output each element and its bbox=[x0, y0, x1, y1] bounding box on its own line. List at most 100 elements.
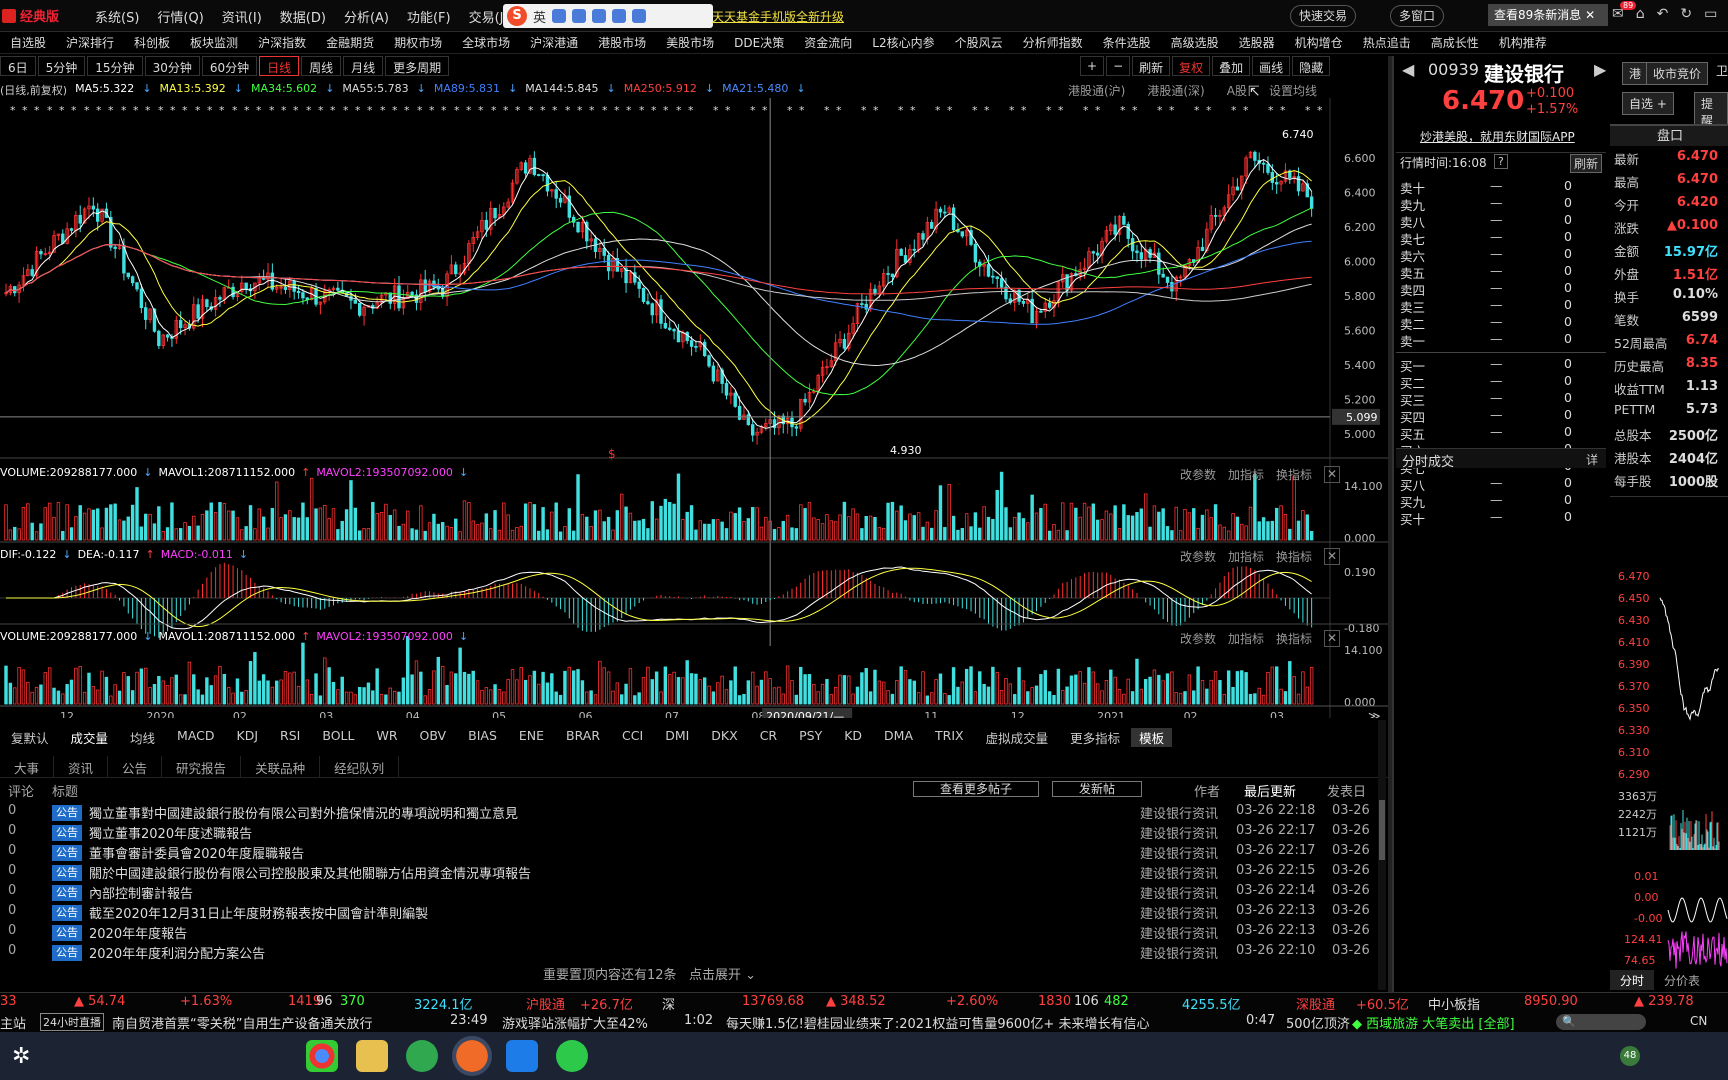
candle-body[interactable] bbox=[336, 287, 340, 291]
candle-body[interactable] bbox=[537, 174, 541, 176]
wechat-icon[interactable] bbox=[556, 1040, 588, 1072]
tray-badge[interactable]: 48 bbox=[1620, 1046, 1640, 1066]
candle-body[interactable] bbox=[1200, 246, 1205, 252]
minimize-icon[interactable]: ▭ bbox=[1704, 6, 1717, 22]
intraday-mini-chart[interactable]: 6.470 6.450 6.430 6.410 6.390 6.370 6.350 6.330… bbox=[1610, 500, 1728, 970]
news-tab[interactable]: 资讯 bbox=[54, 756, 109, 777]
candle-body[interactable] bbox=[746, 414, 751, 426]
candle-body[interactable] bbox=[986, 264, 991, 277]
candle-body[interactable] bbox=[454, 264, 458, 275]
event-marker[interactable]: * bbox=[367, 104, 373, 117]
event-marker[interactable]: * bbox=[947, 104, 953, 117]
candle-body[interactable] bbox=[803, 398, 807, 403]
event-marker[interactable]: * bbox=[207, 104, 213, 117]
ad-link[interactable]: 炒港美股，就用东财国际APP bbox=[1420, 128, 1575, 145]
panel-link[interactable]: 换指标 bbox=[1276, 630, 1312, 647]
event-marker[interactable]: * bbox=[121, 104, 127, 117]
nav-item[interactable]: 机构增仓 bbox=[1285, 34, 1353, 53]
candle-body[interactable] bbox=[296, 290, 301, 294]
event-marker[interactable]: * bbox=[343, 104, 349, 117]
back-icon[interactable]: ↶ bbox=[1657, 6, 1669, 22]
help-icon[interactable]: ? bbox=[1494, 154, 1508, 169]
panel-link[interactable]: 加指标 bbox=[1228, 630, 1264, 647]
event-marker[interactable]: * bbox=[145, 104, 151, 117]
event-marker[interactable]: * bbox=[1243, 104, 1249, 117]
event-marker[interactable]: * bbox=[454, 104, 460, 117]
event-marker[interactable]: * bbox=[1280, 104, 1286, 117]
event-marker[interactable]: * bbox=[1268, 104, 1274, 117]
candle-body[interactable] bbox=[39, 251, 43, 255]
mail-icon[interactable]: ✉ bbox=[1612, 6, 1624, 22]
event-marker[interactable]: * bbox=[540, 104, 546, 117]
candle-body[interactable] bbox=[1253, 151, 1257, 161]
timeframe-tab[interactable]: 60分钟 bbox=[201, 56, 258, 76]
candle-body[interactable] bbox=[860, 303, 864, 305]
candle-body[interactable] bbox=[873, 288, 877, 295]
indicator-tab[interactable]: OBV bbox=[409, 728, 458, 747]
panel-link[interactable]: 改参数 bbox=[1180, 630, 1216, 647]
nav-item[interactable]: 条件选股 bbox=[1093, 34, 1161, 53]
news-tab[interactable]: 大事 bbox=[0, 756, 55, 777]
candle-body[interactable] bbox=[1157, 252, 1161, 275]
event-marker[interactable]: * bbox=[910, 104, 916, 117]
candle-body[interactable] bbox=[606, 255, 611, 272]
news-title[interactable]: 關於中國建設銀行股份有限公司控股股東及其他關聯方佔用資金情況專項報告 bbox=[89, 863, 531, 882]
candle-body[interactable] bbox=[1309, 196, 1314, 209]
scroll-right-icon[interactable]: ≫ bbox=[1368, 709, 1381, 718]
zoom-in-button[interactable]: + bbox=[1080, 56, 1105, 76]
event-marker[interactable]: * bbox=[935, 104, 941, 117]
event-marker[interactable]: * bbox=[34, 104, 40, 117]
timeframe-tab[interactable]: 周线 bbox=[301, 56, 342, 76]
candle-body[interactable] bbox=[912, 248, 916, 251]
indicator-tab[interactable]: 虚拟成交量 bbox=[975, 728, 1060, 747]
indicator-tab[interactable]: WR bbox=[365, 728, 408, 747]
chart-link[interactable]: 港股通(深) bbox=[1147, 82, 1204, 99]
event-marker[interactable]: * bbox=[1206, 104, 1212, 117]
chart-tool[interactable]: 刷新 bbox=[1132, 56, 1171, 76]
panel-link[interactable]: 改参数 bbox=[1180, 466, 1216, 483]
event-marker[interactable]: * bbox=[1120, 104, 1126, 117]
book-row[interactable]: 买三 — 0 bbox=[1400, 390, 1600, 408]
event-marker[interactable]: * bbox=[1095, 104, 1101, 117]
news-ticker-item[interactable]: 每天赚1.5亿!碧桂园业绩来了:2021权益可售量9600亿+ 未来增长有信心 bbox=[726, 1013, 1149, 1032]
nav-item[interactable]: 沪深指数 bbox=[248, 34, 316, 53]
candle-body[interactable] bbox=[484, 219, 489, 230]
nav-item[interactable]: 港股市场 bbox=[588, 34, 656, 53]
news-row[interactable]: 0 公告 內部控制審計報告 建设银行资讯 03-26 22:14 03-26 bbox=[0, 883, 1388, 903]
next-stock-icon[interactable]: ▶ bbox=[1594, 60, 1606, 79]
event-marker[interactable]: * bbox=[256, 104, 262, 117]
candle-body[interactable] bbox=[641, 287, 646, 303]
candle-body[interactable] bbox=[1122, 215, 1126, 225]
candle-body[interactable] bbox=[951, 207, 956, 231]
event-marker[interactable]: * bbox=[441, 104, 447, 117]
menu-item[interactable]: 资讯(I) bbox=[222, 7, 262, 26]
indicator-tab[interactable]: TRIX bbox=[924, 728, 975, 747]
candle-body[interactable] bbox=[244, 282, 248, 290]
event-marker[interactable]: * bbox=[1194, 104, 1200, 117]
news-row[interactable]: 0 公告 2020年年度利润分配方案公告 建设银行资讯 03-26 22:10 03-26 bbox=[0, 943, 1388, 963]
panel-link[interactable]: 加指标 bbox=[1228, 548, 1264, 565]
detail-button[interactable]: 详 bbox=[1586, 451, 1598, 468]
event-marker[interactable]: * bbox=[158, 104, 164, 117]
candle-body[interactable] bbox=[1213, 215, 1218, 217]
event-marker[interactable]: * bbox=[1132, 104, 1138, 117]
book-row[interactable]: 买十 — 0 bbox=[1400, 509, 1600, 527]
nav-item[interactable]: 板块监测 bbox=[180, 34, 248, 53]
timeframe-tab[interactable]: 日线 bbox=[259, 56, 300, 76]
event-marker[interactable]: * bbox=[552, 104, 558, 117]
col-published[interactable]: 发表日 bbox=[1327, 781, 1366, 800]
indicator-tab[interactable]: CCI bbox=[611, 728, 654, 747]
news-row[interactable]: 0 公告 獨立董事對中國建設銀行股份有限公司對外擔保情況的專項說明和獨立意見 建设银行… bbox=[0, 803, 1388, 823]
event-marker[interactable]: * bbox=[330, 104, 336, 117]
candle-body[interactable] bbox=[1113, 224, 1117, 235]
event-marker[interactable]: * bbox=[750, 104, 756, 117]
event-marker[interactable]: * bbox=[71, 104, 77, 117]
panel-link[interactable]: 加指标 bbox=[1228, 466, 1264, 483]
app-green-icon[interactable] bbox=[406, 1040, 438, 1072]
candle-body[interactable] bbox=[724, 383, 729, 396]
candle-body[interactable] bbox=[231, 286, 235, 298]
event-marker[interactable]: * bbox=[84, 104, 90, 117]
candle-body[interactable] bbox=[1165, 276, 1170, 283]
candle-body[interactable] bbox=[532, 157, 537, 175]
timeframe-tab[interactable]: 6日 bbox=[0, 56, 36, 76]
